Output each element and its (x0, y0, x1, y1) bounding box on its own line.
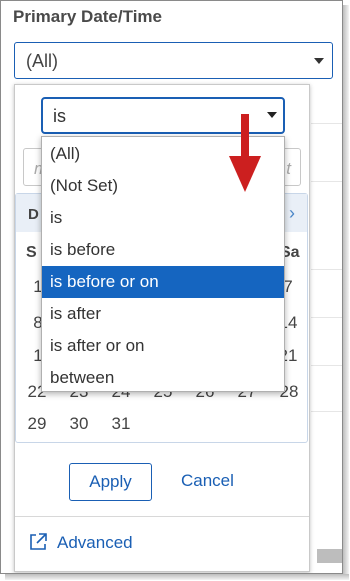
operator-option-highlighted[interactable]: is before or on (42, 266, 284, 298)
divider (15, 516, 309, 517)
background-row-line (311, 365, 342, 366)
background-row-line (311, 411, 342, 412)
operator-option[interactable]: is (42, 202, 284, 234)
apply-button[interactable]: Apply (69, 463, 152, 501)
next-month-icon[interactable]: › (289, 203, 295, 224)
background-row-line (311, 181, 342, 182)
calendar-day[interactable]: 31 (106, 414, 136, 434)
cancel-button[interactable]: Cancel (181, 471, 234, 491)
filter-panel: Primary Date/Time (All) m t D › S Sa 1 7… (0, 0, 343, 574)
chevron-down-icon (314, 58, 324, 64)
operator-option[interactable]: between (42, 362, 284, 394)
frame-shadow (343, 5, 349, 577)
calendar-day[interactable]: 30 (64, 414, 94, 434)
frame-shadow (5, 574, 349, 580)
operator-option[interactable]: is after or on (42, 330, 284, 362)
field-title: Primary Date/Time (13, 7, 162, 26)
weekday-sunday: S (26, 244, 37, 261)
annotation-arrow-icon (229, 114, 261, 192)
calendar-month-label: D (28, 206, 39, 223)
scrollbar-thumb[interactable] (317, 549, 342, 563)
background-row-line (311, 269, 342, 270)
background-row-line (311, 317, 342, 318)
chevron-down-icon (267, 112, 277, 118)
date-input-placeholder-end: t (286, 159, 291, 178)
selected-value: (All) (26, 51, 58, 71)
operator-selected-value: is (53, 106, 66, 126)
calendar-day[interactable]: 29 (22, 414, 52, 434)
primary-date-filter-select[interactable]: (All) (14, 42, 333, 79)
operator-option[interactable]: is after (42, 298, 284, 330)
external-link-icon (30, 533, 47, 550)
advanced-label: Advanced (57, 533, 133, 552)
background-row-line (311, 123, 342, 124)
operator-option[interactable]: is before (42, 234, 284, 266)
